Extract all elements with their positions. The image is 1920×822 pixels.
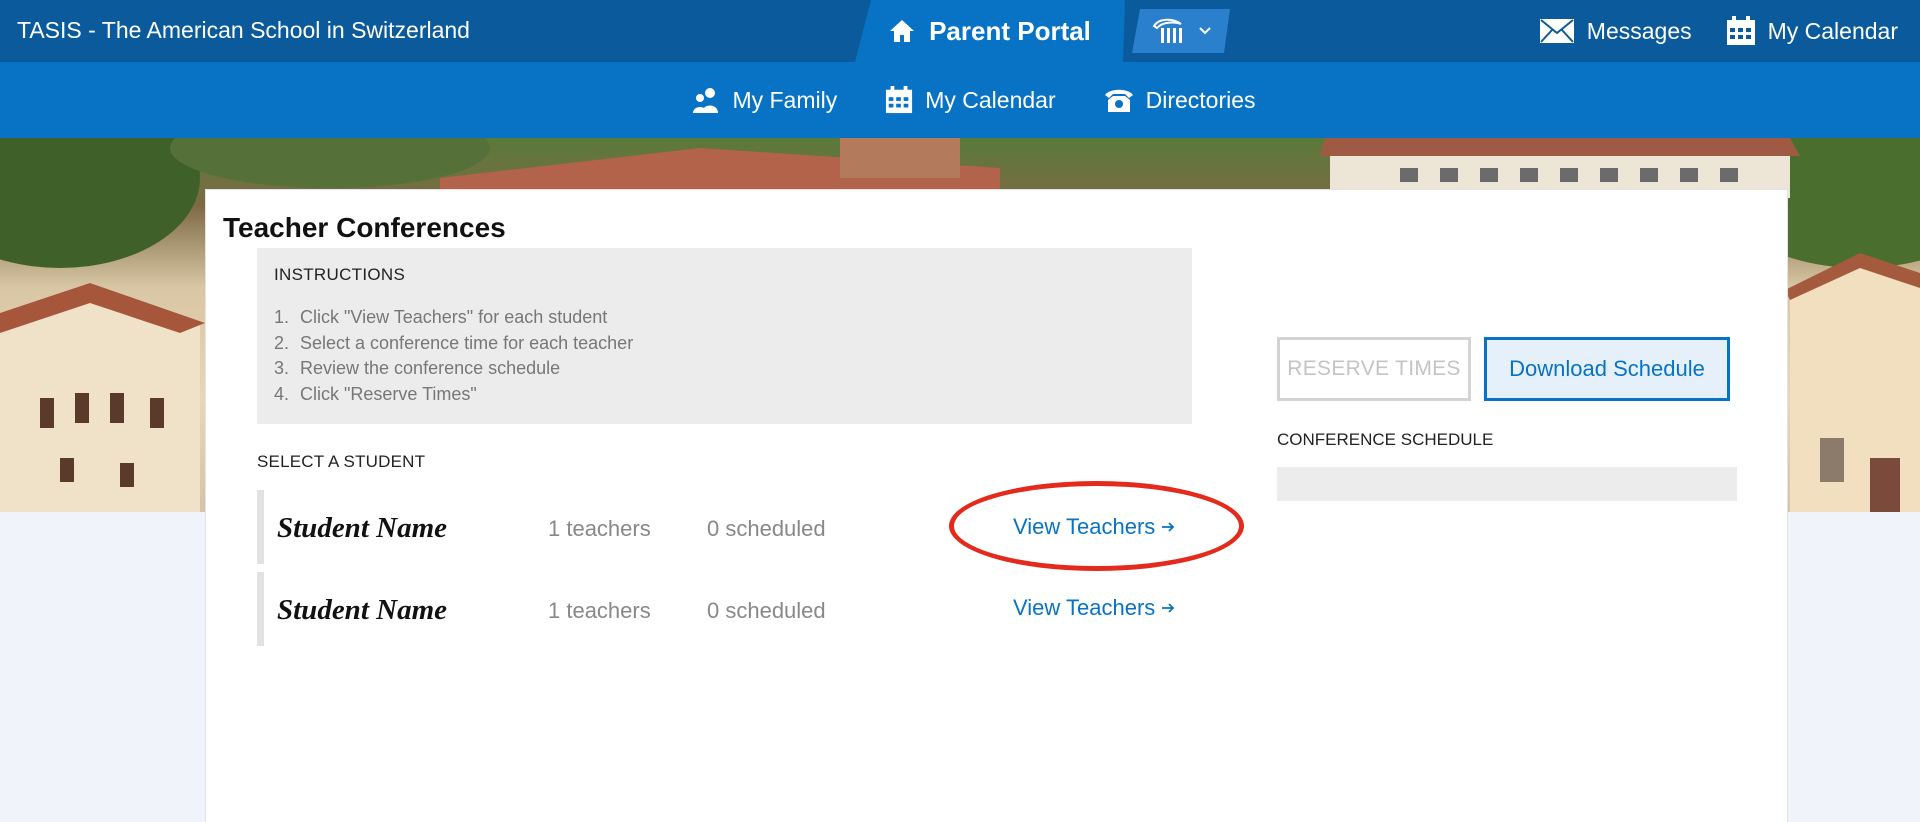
nav-directories-label: Directories <box>1145 86 1256 113</box>
view-teachers-label: View Teachers <box>1013 514 1156 539</box>
instruction-step: 4. Click "Reserve Times" <box>274 382 1175 408</box>
instructions-panel: INSTRUCTIONS 1. Click "View Teachers" fo… <box>257 248 1192 424</box>
nav-my-family-label: My Family <box>732 86 838 113</box>
home-icon <box>889 19 915 43</box>
nav-my-family[interactable]: My Family <box>692 87 837 114</box>
phone-icon <box>1104 89 1133 112</box>
step-number: 1. <box>274 307 290 327</box>
family-icon <box>693 88 719 113</box>
chevron-down-icon <box>1199 27 1211 35</box>
top-right-links: Messages My Calendar <box>1539 0 1898 62</box>
step-number: 2. <box>274 332 290 353</box>
envelope-icon <box>1539 19 1574 43</box>
calendar-icon <box>1726 16 1755 45</box>
top-bar: TASIS - The American School in Switzerla… <box>0 0 1920 62</box>
view-teachers-label: View Teachers <box>1013 595 1156 620</box>
secondary-nav: My Family My Calendar Directories <box>0 62 1920 138</box>
nav-my-calendar-label: My Calendar <box>925 86 1056 113</box>
my-calendar-label-top: My Calendar <box>1767 17 1898 44</box>
step-text: Click "View Teachers" for each student <box>300 307 608 327</box>
student-name: Student Name <box>277 594 447 626</box>
student-row: Student Name 1 teachers 0 scheduled <box>257 490 1027 564</box>
teachers-count: 1 teachers <box>548 598 651 623</box>
school-logo-switcher[interactable] <box>1132 9 1230 53</box>
school-name[interactable]: TASIS - The American School in Switzerla… <box>17 16 470 44</box>
step-text: Review the conference schedule <box>300 358 561 378</box>
student-row: Student Name 1 teachers 0 scheduled <box>257 572 1027 646</box>
parent-portal-tab[interactable]: Parent Portal <box>855 0 1125 62</box>
calendar-icon <box>886 86 913 114</box>
page-title: Teacher Conferences <box>223 212 506 243</box>
messages-label: Messages <box>1586 17 1692 44</box>
nav-directories[interactable]: Directories <box>1104 87 1256 114</box>
download-schedule-button[interactable]: Download Schedule <box>1484 337 1730 401</box>
instruction-step: 1. Click "View Teachers" for each studen… <box>274 305 1175 331</box>
instruction-step: 3. Review the conference schedule <box>274 356 1175 382</box>
instruction-step: 2. Select a conference time for each tea… <box>274 331 1175 357</box>
messages-link[interactable]: Messages <box>1539 18 1692 45</box>
student-name: Student Name <box>277 512 447 544</box>
scheduled-count: 0 scheduled <box>707 516 826 541</box>
conference-schedule-box <box>1277 467 1737 501</box>
step-text: Select a conference time for each teache… <box>300 332 634 353</box>
instructions-list: 1. Click "View Teachers" for each studen… <box>274 305 1175 407</box>
my-calendar-link-top[interactable]: My Calendar <box>1726 16 1898 46</box>
parent-portal-label: Parent Portal <box>929 15 1091 46</box>
conference-schedule-label: CONFERENCE SCHEDULE <box>1277 430 1494 449</box>
reserve-times-button[interactable]: RESERVE TIMES <box>1277 337 1471 401</box>
select-student-label: SELECT A STUDENT <box>257 452 426 471</box>
teachers-count: 1 teachers <box>548 516 651 541</box>
school-logo-icon <box>1151 16 1189 46</box>
scheduled-count: 0 scheduled <box>707 598 826 623</box>
teacher-conferences-card: Teacher Conferences INSTRUCTIONS 1. Clic… <box>205 189 1788 822</box>
arrow-right-icon <box>1162 522 1175 532</box>
nav-my-calendar[interactable]: My Calendar <box>885 86 1056 114</box>
step-text: Click "Reserve Times" <box>300 383 477 404</box>
arrow-right-icon <box>1162 603 1175 613</box>
view-teachers-link[interactable]: View Teachers <box>1013 514 1175 540</box>
view-teachers-link[interactable]: View Teachers <box>1013 595 1175 621</box>
step-number: 4. <box>274 383 290 404</box>
instructions-heading: INSTRUCTIONS <box>274 265 406 284</box>
step-number: 3. <box>274 358 290 378</box>
